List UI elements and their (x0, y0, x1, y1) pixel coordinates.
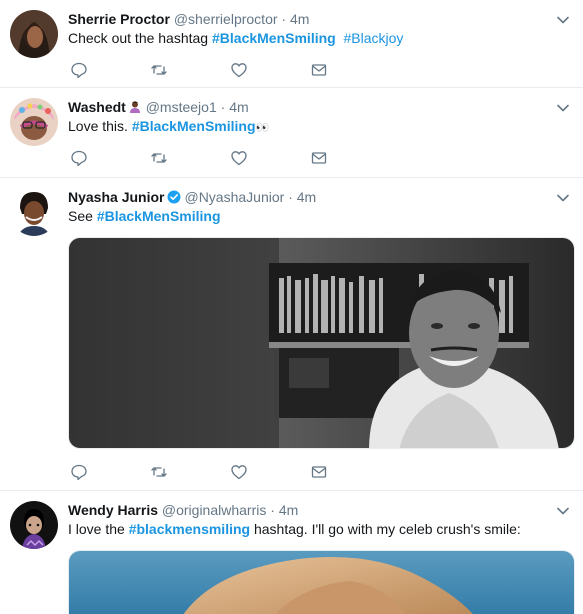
text-segment: hashtag. I'll go with my celeb crush's s… (250, 521, 521, 537)
tweet-header: Washedt @msteejo1 · 4m (68, 98, 249, 116)
hashtag-link[interactable]: #BlackMenSmiling (132, 118, 256, 134)
retweet-icon[interactable] (150, 61, 168, 79)
handle[interactable]: @sherrielproctor (174, 11, 278, 27)
text-segment: I love the (68, 521, 129, 537)
text-segment: Check out the hashtag (68, 30, 212, 46)
display-name[interactable]: Sherrie Proctor (68, 11, 170, 27)
tweet-text: Check out the hashtag #BlackMenSmiling #… (68, 29, 403, 48)
hashtag-link[interactable]: #BlackMenSmiling (212, 30, 336, 46)
timestamp[interactable]: 4m (297, 189, 316, 205)
person-gesturing-emoji-icon (128, 100, 142, 114)
hashtag-link[interactable]: #BlackMenSmiling (97, 208, 221, 224)
tweet-feed: Sherrie Proctor @sherrielproctor · 4m Ch… (0, 0, 583, 614)
hashtag-link[interactable]: #Blackjoy (343, 30, 403, 46)
text-segment: See (68, 208, 97, 224)
tweet-text: I love the #blackmensmiling hashtag. I'l… (68, 520, 521, 539)
hashtag-link[interactable]: #blackmensmiling (129, 521, 250, 537)
separator-dot: · (270, 502, 275, 518)
handle[interactable]: @originalwharris (162, 502, 266, 518)
tweet[interactable]: Washedt @msteejo1 · 4m Love this. #Black… (0, 88, 583, 178)
timestamp[interactable]: 4m (229, 99, 248, 115)
chevron-down-icon[interactable] (555, 190, 571, 206)
timestamp[interactable]: 4m (290, 11, 309, 27)
envelope-icon[interactable] (310, 463, 328, 481)
verified-badge-icon (167, 190, 181, 204)
reply-icon[interactable] (70, 61, 88, 79)
retweet-icon[interactable] (150, 149, 168, 167)
separator-dot: · (220, 99, 226, 115)
tweet[interactable]: Nyasha Junior @NyashaJunior · 4m See #Bla… (0, 178, 583, 491)
envelope-icon[interactable] (310, 61, 328, 79)
handle[interactable]: @NyashaJunior (184, 189, 284, 205)
envelope-icon[interactable] (310, 149, 328, 167)
reply-icon[interactable] (70, 149, 88, 167)
tweet-photo[interactable] (68, 237, 575, 449)
tweet-actions (70, 61, 370, 79)
heart-icon[interactable] (230, 149, 248, 167)
avatar[interactable] (10, 501, 58, 549)
tweet-actions (70, 463, 370, 481)
chevron-down-icon[interactable] (555, 503, 571, 519)
handle[interactable]: @msteejo1 (146, 99, 217, 115)
heart-icon[interactable] (230, 61, 248, 79)
chevron-down-icon[interactable] (555, 12, 571, 28)
display-name[interactable]: Wendy Harris (68, 502, 158, 518)
display-name[interactable]: Washedt (68, 99, 126, 115)
avatar[interactable] (10, 98, 58, 146)
separator-dot: · (288, 189, 293, 205)
tweet[interactable]: Wendy Harris @originalwharris · 4m I lov… (0, 491, 583, 614)
tweet[interactable]: Sherrie Proctor @sherrielproctor · 4m Ch… (0, 0, 583, 88)
tweet-header: Wendy Harris @originalwharris · 4m (68, 501, 298, 519)
chevron-down-icon[interactable] (555, 100, 571, 116)
tweet-photo[interactable] (68, 550, 575, 614)
display-name[interactable]: Nyasha Junior (68, 189, 164, 205)
tweet-header: Sherrie Proctor @sherrielproctor · 4m (68, 10, 309, 28)
text-segment: Love this. (68, 118, 132, 134)
tweet-actions (70, 149, 370, 167)
tweet-text: See #BlackMenSmiling (68, 207, 221, 226)
avatar[interactable] (10, 188, 58, 236)
tweet-text: Love this. #BlackMenSmiling👀 (68, 117, 269, 138)
eyes-emoji-icon: 👀 (255, 122, 270, 134)
heart-icon[interactable] (230, 463, 248, 481)
retweet-icon[interactable] (150, 463, 168, 481)
avatar[interactable] (10, 10, 58, 58)
timestamp[interactable]: 4m (279, 502, 298, 518)
reply-icon[interactable] (70, 463, 88, 481)
separator-dot: · (281, 11, 287, 27)
tweet-header: Nyasha Junior @NyashaJunior · 4m (68, 188, 316, 206)
